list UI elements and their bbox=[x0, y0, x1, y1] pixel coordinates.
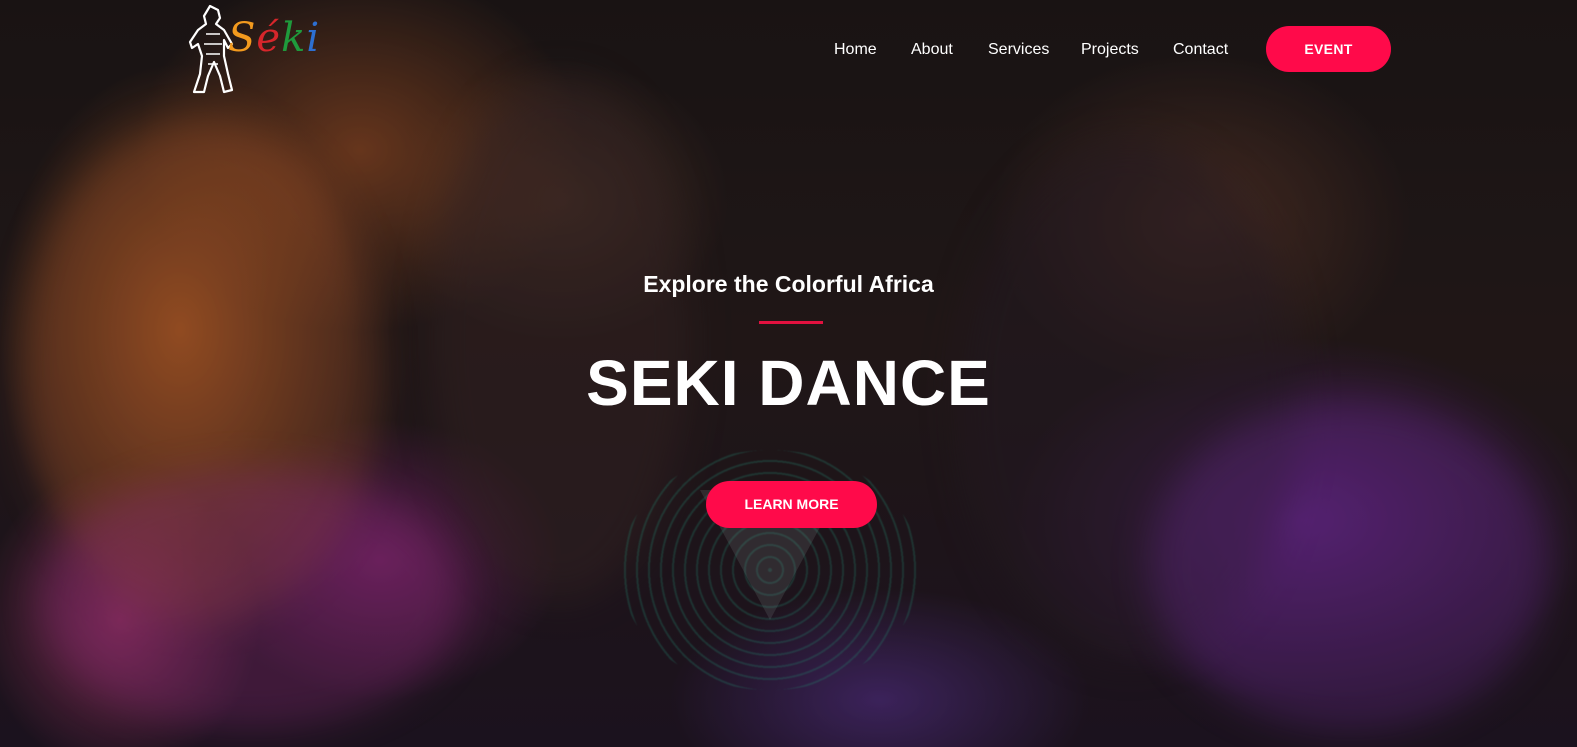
learn-more-button[interactable]: LEARN MORE bbox=[706, 481, 877, 528]
hero-divider bbox=[759, 321, 823, 324]
nav-item-projects[interactable]: Projects bbox=[1081, 38, 1139, 62]
hero-title: SEKI DANCE bbox=[586, 347, 991, 419]
event-button[interactable]: EVENT bbox=[1266, 26, 1391, 72]
hero-section: Séki Home About Services Projects Contac… bbox=[0, 0, 1577, 747]
nav-item-about[interactable]: About bbox=[911, 38, 953, 62]
nav-item-services[interactable]: Services bbox=[988, 38, 1049, 62]
nav-item-contact[interactable]: Contact bbox=[1173, 38, 1228, 62]
hero-subtitle: Explore the Colorful Africa bbox=[643, 271, 934, 297]
nav-item-home[interactable]: Home bbox=[834, 38, 877, 62]
